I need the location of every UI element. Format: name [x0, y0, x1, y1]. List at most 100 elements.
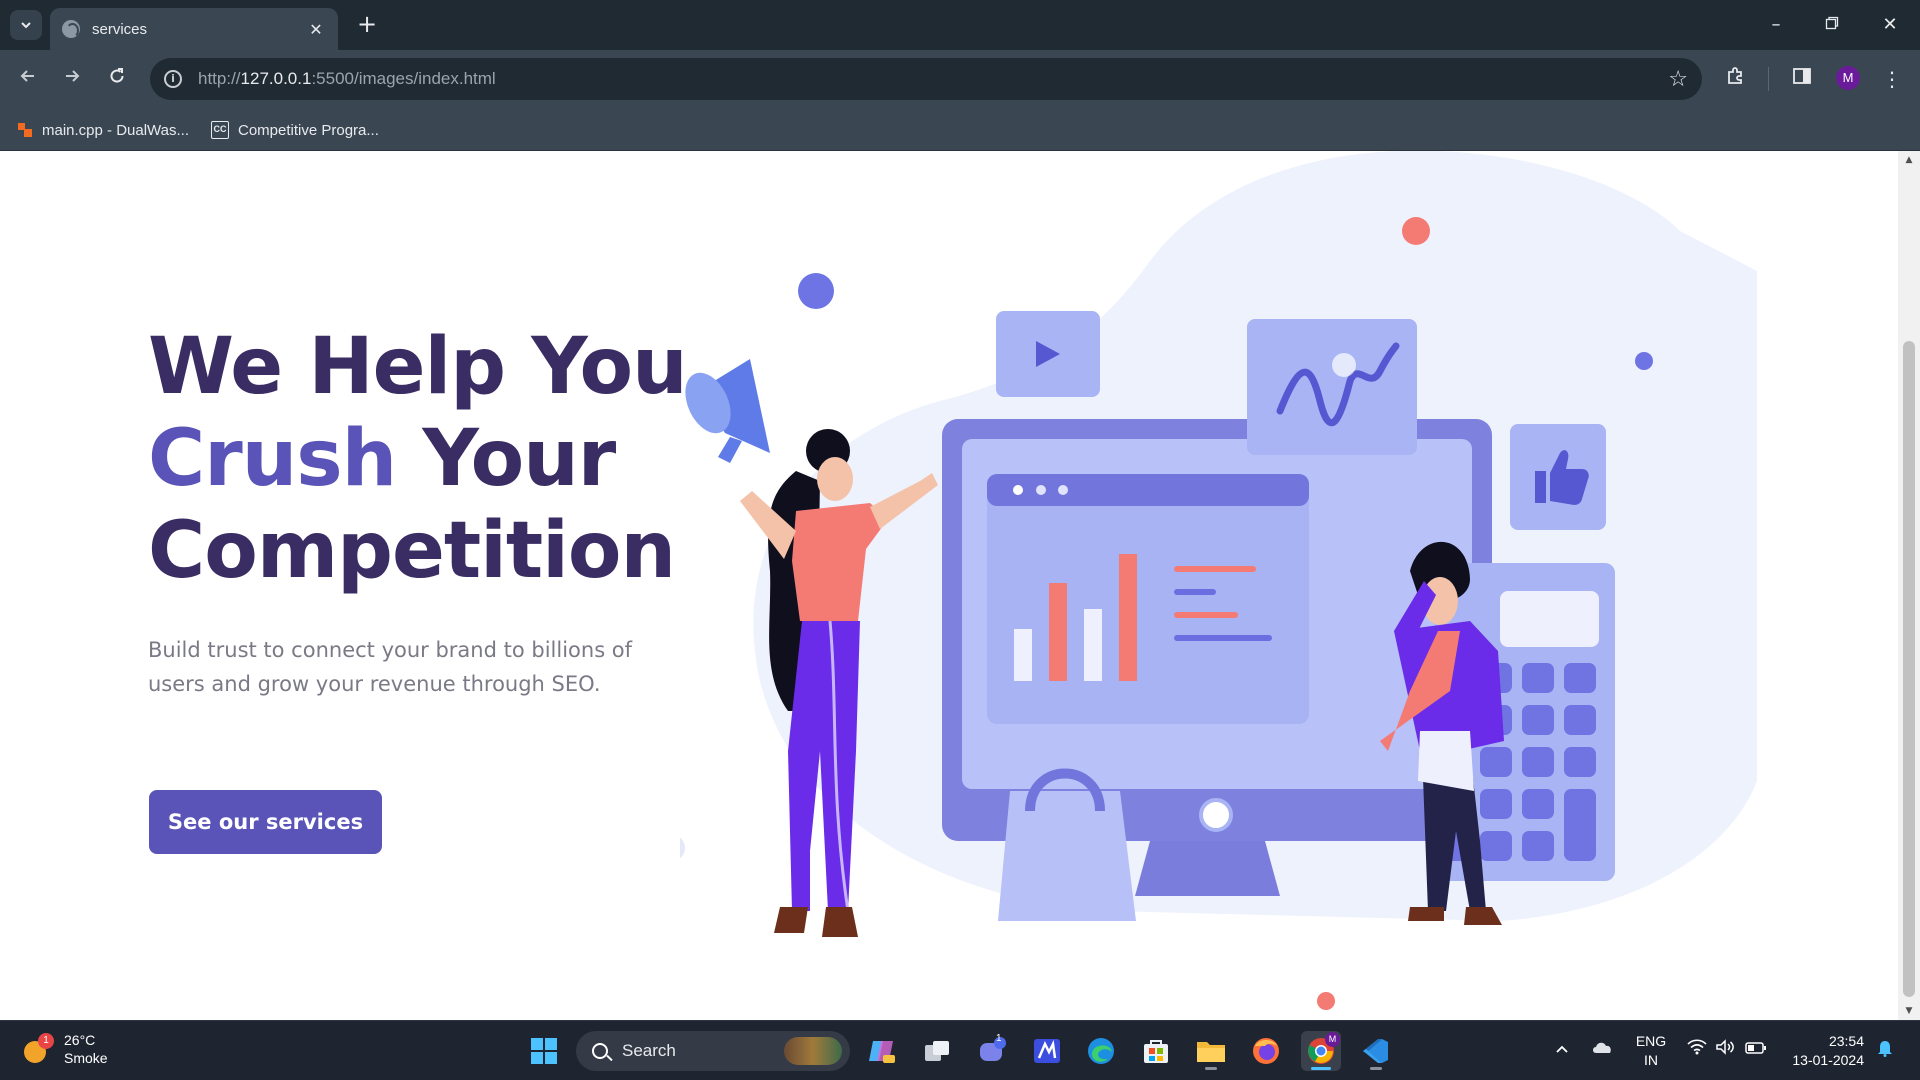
weather-icon: 1	[22, 1033, 54, 1063]
url-scheme: http://	[198, 69, 241, 88]
taskbar-search[interactable]: Search	[576, 1031, 850, 1071]
extensions-button[interactable]	[1720, 63, 1752, 95]
language-line1: ENG	[1635, 1033, 1667, 1049]
bookmark-label: main.cpp - DualWas...	[42, 121, 189, 139]
teams-app[interactable]: 1	[972, 1031, 1012, 1071]
hero-heading: We Help You Crush Your Competition	[148, 321, 688, 597]
battery-icon	[1745, 1042, 1766, 1054]
copilot-app[interactable]	[862, 1031, 902, 1071]
see-services-button[interactable]: See our services	[149, 790, 382, 854]
dualwas-icon	[18, 123, 32, 137]
page-viewport: We Help You Crush Your Competition Build…	[0, 151, 1898, 1020]
chevron-up-icon	[1556, 1045, 1568, 1053]
side-panel-button[interactable]	[1786, 63, 1818, 95]
restore-button[interactable]	[1814, 10, 1850, 40]
firefox-icon	[1253, 1038, 1279, 1064]
language-indicator[interactable]: ENG IN	[1634, 1032, 1668, 1070]
chrome-profile-badge: M	[1325, 1032, 1340, 1047]
reload-button[interactable]	[101, 62, 133, 94]
shopping-bag	[998, 791, 1136, 921]
arrow-left-icon	[20, 70, 34, 82]
folder-icon	[1197, 1042, 1225, 1062]
analytics-card	[1247, 319, 1417, 455]
hero-heading-accent: Crush	[148, 414, 397, 504]
puzzle-icon	[1728, 67, 1742, 84]
vscode-app[interactable]	[1356, 1031, 1396, 1071]
chrome-app[interactable]: M	[1301, 1031, 1341, 1071]
chevron-down-icon	[21, 22, 31, 29]
page-scrollbar[interactable]: ▲ ▼	[1898, 151, 1920, 1020]
show-hidden-icons-button[interactable]	[1552, 1039, 1572, 1058]
hero-heading-line1: We Help You	[148, 322, 688, 412]
clock-time: 23:54	[1828, 1033, 1864, 1049]
bookmark-competitive-programming[interactable]: CC Competitive Progra...	[211, 118, 379, 142]
edge-icon	[1088, 1038, 1114, 1064]
bookmark-label: Competitive Progra...	[238, 121, 379, 139]
decor-dot	[1317, 992, 1335, 1010]
screen-window-header	[987, 474, 1309, 506]
task-view-app[interactable]	[917, 1031, 957, 1071]
forward-button[interactable]	[56, 62, 88, 94]
site-info-icon[interactable]: i	[164, 70, 182, 88]
arrow-right-icon	[66, 70, 80, 82]
browser-toolbar: i http://127.0.0.1:5500/images/index.htm…	[0, 50, 1920, 108]
restore-icon	[1825, 16, 1839, 30]
monitor-button	[1199, 798, 1233, 832]
url-path: :5500/images/index.html	[311, 69, 496, 88]
vscode-icon	[1363, 1039, 1388, 1063]
scroll-down-icon[interactable]: ▼	[1898, 1002, 1920, 1020]
screen-window	[987, 474, 1309, 724]
decor-dot	[1402, 217, 1430, 245]
battery-tray[interactable]	[1744, 1039, 1768, 1058]
edge-app[interactable]	[1081, 1031, 1121, 1071]
store-app[interactable]	[1136, 1031, 1176, 1071]
address-bar[interactable]: i http://127.0.0.1:5500/images/index.htm…	[150, 58, 1702, 100]
profile-avatar[interactable]: M	[1836, 66, 1860, 90]
start-button[interactable]	[524, 1031, 564, 1071]
monitor-stand	[1135, 841, 1280, 896]
weather-desc: Smoke	[64, 1050, 108, 1066]
windows-taskbar: 1 26°C Smoke Search 1 M ENG IN 23:54 13-…	[0, 1020, 1920, 1080]
globe-icon	[62, 20, 80, 38]
browser-tab-bar: services ✕ + – ✕	[0, 0, 1920, 50]
url-host: 127.0.0.1	[240, 69, 312, 88]
new-tab-button[interactable]: +	[352, 10, 382, 40]
toolbar-divider	[1768, 67, 1769, 91]
onedrive-tray[interactable]	[1590, 1039, 1614, 1058]
scroll-up-icon[interactable]: ▲	[1898, 151, 1920, 169]
tab-search-button[interactable]	[10, 10, 42, 40]
side-panel-icon	[1793, 68, 1811, 84]
firefox-app[interactable]	[1246, 1031, 1286, 1071]
system-clock[interactable]: 23:54 13-01-2024	[1788, 1032, 1864, 1070]
copilot-icon	[869, 1041, 895, 1063]
close-window-button[interactable]: ✕	[1872, 10, 1908, 40]
mathway-app[interactable]	[1027, 1031, 1067, 1071]
notifications-button[interactable]	[1874, 1039, 1896, 1061]
back-button[interactable]	[12, 62, 44, 94]
hero-illustration	[680, 151, 1757, 1010]
cc-icon: CC	[211, 121, 229, 139]
file-explorer-app[interactable]	[1191, 1031, 1231, 1071]
windows-logo-icon	[531, 1038, 557, 1064]
bookmark-star-icon[interactable]: ☆	[1668, 67, 1688, 92]
bell-icon	[1878, 1041, 1892, 1057]
bookmark-dualwas[interactable]: main.cpp - DualWas...	[18, 118, 189, 142]
menu-button[interactable]: ⋮	[1876, 63, 1908, 95]
decor-dot	[1635, 352, 1653, 370]
bookmarks-bar: main.cpp - DualWas... CC Competitive Pro…	[0, 108, 1920, 151]
language-line2: IN	[1644, 1052, 1658, 1068]
scroll-thumb[interactable]	[1903, 341, 1915, 997]
teams-badge: 1	[996, 1033, 1002, 1044]
hero-heading-line3: Competition	[148, 506, 676, 596]
search-label: Search	[622, 1041, 676, 1060]
minimize-button[interactable]: –	[1758, 10, 1794, 40]
volume-tray[interactable]	[1714, 1039, 1736, 1059]
wifi-tray[interactable]	[1686, 1039, 1708, 1059]
hero-subtitle: Build trust to connect your brand to bil…	[148, 638, 633, 696]
weather-widget[interactable]: 1 26°C Smoke	[22, 1031, 108, 1067]
url-text[interactable]: http://127.0.0.1:5500/images/index.html	[198, 69, 496, 89]
browser-tab[interactable]: services ✕	[50, 8, 338, 50]
tab-title: services	[92, 20, 148, 38]
close-tab-icon[interactable]: ✕	[306, 20, 326, 39]
reload-icon	[110, 68, 124, 83]
